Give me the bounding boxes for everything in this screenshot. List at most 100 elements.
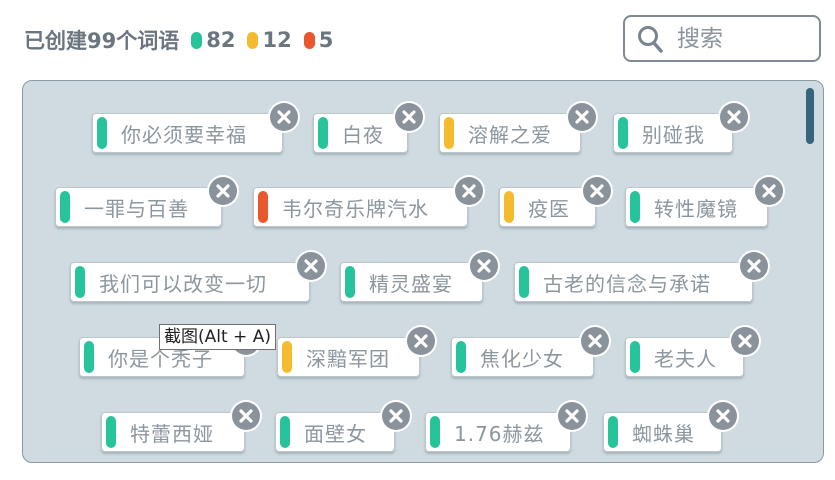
tag-item[interactable]: 蜘蛛巢 bbox=[603, 412, 722, 452]
remove-tag-button[interactable] bbox=[208, 176, 238, 206]
search-icon bbox=[638, 25, 663, 53]
tag-label: 疫医 bbox=[528, 196, 570, 221]
tag-label: 精灵盛宴 bbox=[369, 271, 453, 296]
tag-item[interactable]: 韦尔奇乐牌汽水 bbox=[253, 187, 468, 227]
remove-tag-button[interactable] bbox=[394, 102, 424, 132]
close-icon bbox=[583, 177, 611, 205]
close-icon bbox=[232, 402, 260, 430]
tag-status-bar bbox=[456, 341, 466, 373]
tag-status-bar bbox=[84, 341, 94, 373]
close-icon bbox=[558, 402, 586, 430]
yellow-count-dot bbox=[247, 31, 259, 49]
tag-status-bar bbox=[444, 117, 454, 149]
tag-status-bar bbox=[282, 341, 292, 373]
tag-item[interactable]: 别碰我 bbox=[613, 113, 733, 153]
tag-label: 转性魔镜 bbox=[654, 196, 738, 221]
tag-status-bar bbox=[60, 191, 70, 223]
tag-label: 一罪与百善 bbox=[84, 196, 189, 221]
tag-status-bar bbox=[345, 266, 355, 298]
search-box[interactable] bbox=[623, 15, 821, 62]
remove-tag-button[interactable] bbox=[567, 102, 597, 132]
tag-label: 白夜 bbox=[342, 122, 384, 147]
remove-tag-button[interactable] bbox=[580, 326, 610, 356]
remove-tag-button[interactable] bbox=[730, 326, 760, 356]
tag-status-bar bbox=[630, 191, 640, 223]
close-icon bbox=[740, 252, 768, 280]
red-count-dot bbox=[303, 31, 315, 49]
close-icon bbox=[395, 103, 423, 131]
screenshot-tooltip: 截图(Alt + A) bbox=[159, 324, 276, 350]
remove-tag-button[interactable] bbox=[739, 251, 769, 281]
tag-status-bar bbox=[75, 266, 85, 298]
tag-status-bar bbox=[504, 191, 514, 223]
close-icon bbox=[470, 252, 498, 280]
tag-item[interactable]: 你必须要幸福 bbox=[92, 113, 283, 153]
tag-item[interactable]: 古老的信念与承诺 bbox=[514, 262, 753, 302]
search-input[interactable] bbox=[675, 24, 809, 53]
close-icon bbox=[297, 252, 325, 280]
tag-label: 焦化少女 bbox=[480, 346, 564, 371]
tag-status-bar bbox=[618, 117, 628, 149]
close-icon bbox=[270, 103, 298, 131]
remove-tag-button[interactable] bbox=[754, 176, 784, 206]
tag-label: 特蕾西娅 bbox=[130, 421, 214, 446]
tag-item[interactable]: 焦化少女 bbox=[451, 337, 594, 377]
tag-status-bar bbox=[258, 191, 268, 223]
tag-label: 面壁女 bbox=[304, 421, 367, 446]
green-count: 82 bbox=[206, 28, 236, 52]
remove-tag-button[interactable] bbox=[708, 401, 738, 431]
red-count: 5 bbox=[318, 28, 334, 52]
panel-scrollbar[interactable] bbox=[806, 88, 814, 144]
tag-status-bar bbox=[608, 416, 618, 448]
tag-status-bar bbox=[630, 341, 640, 373]
tag-label: 我们可以改变一切 bbox=[99, 271, 267, 296]
tag-item[interactable]: 特蕾西娅 bbox=[101, 412, 245, 452]
close-icon bbox=[407, 327, 435, 355]
tag-item[interactable]: 精灵盛宴 bbox=[340, 262, 483, 302]
tag-item[interactable]: 1.76赫兹 bbox=[425, 412, 571, 452]
close-icon bbox=[455, 177, 483, 205]
tag-label: 1.76赫兹 bbox=[454, 421, 545, 446]
remove-tag-button[interactable] bbox=[381, 401, 411, 431]
close-icon bbox=[382, 402, 410, 430]
tag-item[interactable]: 面壁女 bbox=[275, 412, 395, 452]
close-icon bbox=[209, 177, 237, 205]
close-icon bbox=[581, 327, 609, 355]
tag-label: 老夫人 bbox=[654, 346, 717, 371]
tag-item[interactable]: 我们可以改变一切 bbox=[70, 262, 310, 302]
close-icon bbox=[755, 177, 783, 205]
tag-status-bar bbox=[106, 416, 116, 448]
close-icon bbox=[720, 103, 748, 131]
tag-label: 韦尔奇乐牌汽水 bbox=[282, 196, 429, 221]
remove-tag-button[interactable] bbox=[469, 251, 499, 281]
tag-status-bar bbox=[280, 416, 290, 448]
close-icon bbox=[731, 327, 759, 355]
word-count-summary: 已创建99个词语 82 12 5 bbox=[24, 24, 333, 56]
remove-tag-button[interactable] bbox=[454, 176, 484, 206]
tag-label: 溶解之爱 bbox=[468, 122, 552, 147]
tag-item[interactable]: 老夫人 bbox=[625, 337, 744, 377]
tag-label: 古老的信念与承诺 bbox=[543, 271, 711, 296]
close-icon bbox=[568, 103, 596, 131]
tag-label: 你必须要幸福 bbox=[121, 122, 247, 147]
remove-tag-button[interactable] bbox=[582, 176, 612, 206]
yellow-count: 12 bbox=[262, 28, 292, 52]
tag-item[interactable]: 溶解之爱 bbox=[439, 113, 581, 153]
tag-status-bar bbox=[430, 416, 440, 448]
tag-item[interactable]: 一罪与百善 bbox=[55, 187, 222, 227]
remove-tag-button[interactable] bbox=[557, 401, 587, 431]
remove-tag-button[interactable] bbox=[719, 102, 749, 132]
tag-item[interactable]: 深黯军团 bbox=[277, 337, 420, 377]
tag-label: 深黯军团 bbox=[306, 346, 390, 371]
tag-status-bar bbox=[97, 117, 107, 149]
tag-item[interactable]: 转性魔镜 bbox=[625, 187, 768, 227]
remove-tag-button[interactable] bbox=[296, 251, 326, 281]
tag-label: 蜘蛛巢 bbox=[632, 421, 695, 446]
remove-tag-button[interactable] bbox=[406, 326, 436, 356]
tag-label: 别碰我 bbox=[642, 122, 705, 147]
remove-tag-button[interactable] bbox=[231, 401, 261, 431]
tag-status-bar bbox=[519, 266, 529, 298]
created-count-text: 已创建99个词语 bbox=[24, 29, 180, 53]
remove-tag-button[interactable] bbox=[269, 102, 299, 132]
green-count-dot bbox=[191, 31, 203, 49]
